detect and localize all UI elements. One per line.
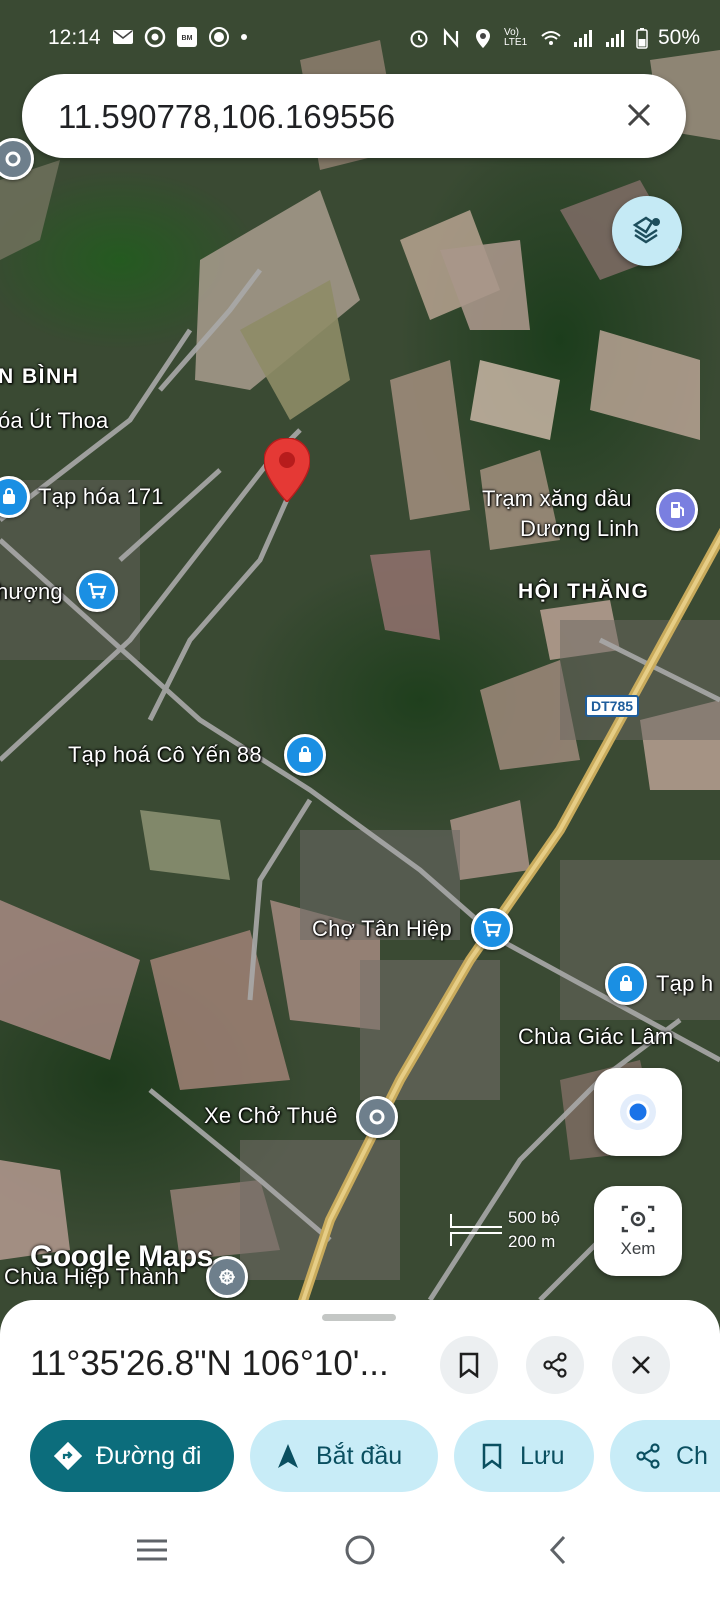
my-location-icon [620, 1094, 656, 1130]
close-icon [632, 1356, 650, 1374]
start-label: Bắt đầu [316, 1441, 403, 1470]
home-button[interactable] [332, 1522, 388, 1578]
map-label-tap-right[interactable]: Tạp h [656, 971, 713, 997]
map-label-xe-cho-thue[interactable]: Xe Chở Thuê [204, 1103, 338, 1129]
shopping-cart-marker[interactable] [471, 908, 513, 950]
map-label-tram-xang-line2[interactable]: Dương Linh [520, 516, 639, 542]
signal-icon [573, 30, 592, 47]
close-icon [627, 103, 651, 127]
directions-button[interactable]: Đường đi [30, 1420, 234, 1492]
directions-label: Đường đi [96, 1441, 202, 1470]
clear-search-button[interactable] [614, 90, 664, 140]
lens-view-button[interactable]: Xem [594, 1186, 682, 1276]
save-label: Lưu [520, 1441, 565, 1470]
google-maps-watermark: Google Maps [30, 1240, 213, 1273]
record-icon [209, 27, 229, 47]
gmail-icon [113, 30, 133, 44]
map-label-thuong[interactable]: hượng [0, 579, 63, 605]
close-sheet-button[interactable] [612, 1336, 670, 1394]
shopping-bag-marker[interactable] [605, 963, 647, 1005]
navigation-arrow-icon [278, 1444, 298, 1468]
route-badge-dt785: DT785 [585, 695, 640, 717]
status-time: 12:14 [48, 26, 101, 49]
save-bookmark-button[interactable] [440, 1336, 498, 1394]
layers-button[interactable] [612, 196, 682, 266]
shopping-bag-icon [3, 488, 15, 504]
share-icon [543, 1352, 567, 1378]
status-bar: 12:14 BM Vo) LTE1 50% [0, 0, 720, 76]
map-label-area-binh: N BÌNH [0, 365, 80, 388]
poi-marker-xe-cho-thue[interactable] [356, 1096, 398, 1138]
location-icon [475, 29, 490, 48]
map-label-cho-tan-hiep[interactable]: Chợ Tân Hiệp [312, 916, 452, 942]
map-label-tap-hoa-co-yen[interactable]: Tạp hoá Cô Yến 88 [68, 742, 262, 768]
shopping-bag-icon [299, 746, 311, 762]
map-label-ut-thoa[interactable]: óa Út Thoa [0, 408, 108, 434]
circle-dot-icon [5, 151, 21, 167]
recent-apps-button[interactable] [124, 1522, 180, 1578]
battery-icon [636, 28, 648, 49]
save-button[interactable]: Lưu [454, 1420, 594, 1492]
menu-icon [137, 1539, 167, 1561]
map-scale: 500 bộ 200 m [450, 1208, 560, 1252]
map-label-chua-giac-lam[interactable]: Chùa Giác Lâm [518, 1024, 673, 1050]
camera-lens-icon [621, 1205, 655, 1233]
map-label-hoi-thang: HỘI THĂNG [518, 580, 650, 603]
back-chevron-icon [549, 1535, 566, 1565]
scale-meters: 200 m [508, 1232, 556, 1251]
bookmark-icon [482, 1443, 502, 1469]
gas-station-marker[interactable] [656, 489, 698, 531]
wifi-icon [541, 31, 561, 45]
dot-icon [241, 34, 247, 40]
home-circle-icon [345, 1535, 375, 1565]
nfc-icon [443, 28, 459, 48]
signal-icon [605, 30, 624, 47]
back-button[interactable] [530, 1522, 586, 1578]
map-label-tram-xang-line1[interactable]: Trạm xăng dầu [482, 486, 632, 512]
battery-percent: 50% [657, 26, 700, 49]
search-input[interactable]: 11.590778,106.169556 [58, 98, 395, 136]
shopping-bag-icon [620, 975, 632, 991]
dropped-pin-marker[interactable] [264, 438, 310, 502]
dharma-wheel-icon [219, 1269, 235, 1285]
bookmark-icon [459, 1352, 479, 1378]
system-nav-bar [0, 1498, 720, 1600]
search-bar[interactable]: 11.590778,106.169556 [22, 74, 686, 158]
svg-text:BM: BM [182, 35, 193, 42]
action-chips: Đường đi Bắt đầu Lưu Ch [30, 1420, 720, 1492]
fuel-pump-icon [671, 502, 684, 518]
scale-feet: 500 bộ [508, 1208, 560, 1227]
start-button[interactable]: Bắt đầu [250, 1420, 438, 1492]
chrome-icon [144, 26, 166, 48]
map-label-tap-hoa-171[interactable]: Tạp hóa 171 [38, 484, 164, 510]
sheet-drag-handle[interactable] [322, 1314, 396, 1321]
lens-label: Xem [620, 1239, 656, 1258]
share-icon [636, 1443, 660, 1469]
alarm-icon [410, 30, 428, 48]
shopping-cart-icon [88, 582, 107, 599]
my-location-button[interactable] [594, 1068, 682, 1156]
directions-icon [54, 1442, 82, 1470]
layers-icon [632, 216, 660, 244]
shopping-bag-marker[interactable] [284, 734, 326, 776]
shopping-cart-marker[interactable] [76, 570, 118, 612]
network-label: Vo) LTE1 [503, 27, 528, 48]
share-label: Ch [676, 1441, 708, 1470]
coordinates-title: 11°35'26.8"N 106°10'... [30, 1344, 389, 1383]
share-button[interactable] [526, 1336, 584, 1394]
baomoi-icon: BM [177, 27, 197, 47]
circle-dot-icon [369, 1109, 385, 1125]
shopping-cart-icon [483, 920, 502, 937]
share-chip-button[interactable]: Ch [610, 1420, 720, 1492]
